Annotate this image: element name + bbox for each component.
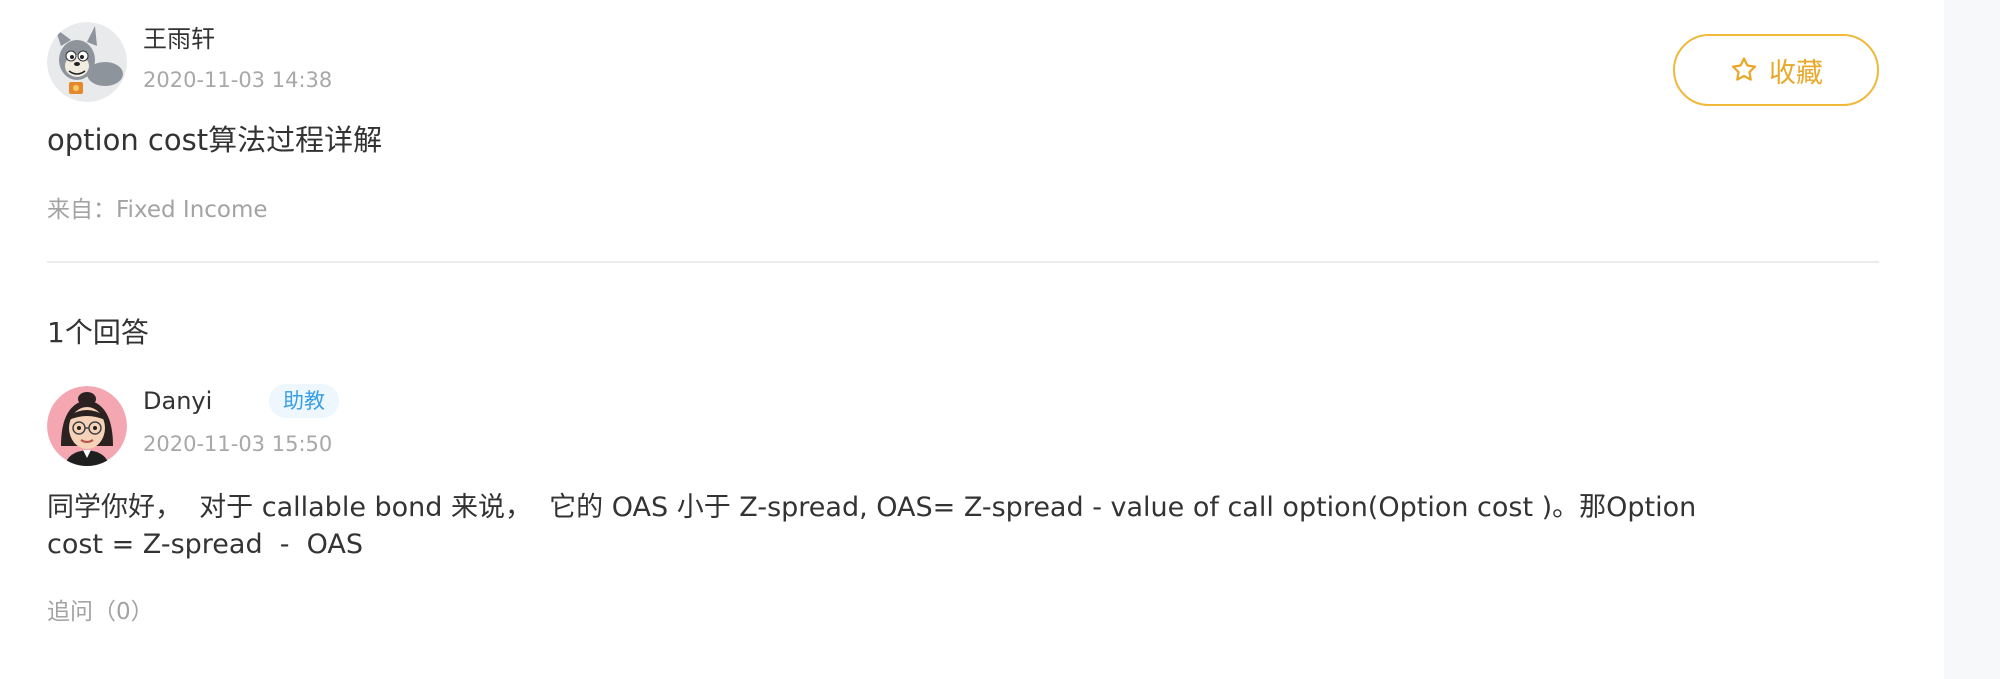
favorite-label: 收藏 xyxy=(1769,57,1823,89)
avatar[interactable] xyxy=(47,386,127,466)
favorite-button[interactable]: 收藏 xyxy=(1673,34,1879,106)
question-author-name: 王雨轩 xyxy=(143,25,215,53)
qa-content: 王雨轩 2020-11-03 14:38 收藏 option cost算法过程详… xyxy=(47,0,1879,679)
cartoon-cat-avatar-icon xyxy=(47,22,127,102)
follow-up-link[interactable]: 追问（0） xyxy=(47,596,154,628)
section-divider xyxy=(47,261,1879,263)
question-header: 王雨轩 2020-11-03 14:38 收藏 xyxy=(47,22,1879,106)
answer-body: 同学你好， 对于 callable bond 来说， 它的 OAS 小于 Z-s… xyxy=(47,489,1707,563)
role-badge: 助教 xyxy=(269,384,339,418)
question-title: option cost算法过程详解 xyxy=(47,123,383,157)
cartoon-woman-avatar-icon xyxy=(47,386,127,466)
answer-author-name: Danyi xyxy=(143,387,213,415)
right-side-panel xyxy=(1944,0,2000,679)
question-source[interactable]: 来自：Fixed Income xyxy=(47,194,268,226)
answer-body-line: cost = Z-spread - OAS xyxy=(47,529,364,560)
question-timestamp: 2020-11-03 14:38 xyxy=(143,68,333,92)
answer-timestamp: 2020-11-03 15:50 xyxy=(143,432,333,456)
answer-body-line: 同学你好， 对于 callable bond 来说， 它的 OAS 小于 Z-s… xyxy=(47,492,1697,523)
page: 王雨轩 2020-11-03 14:38 收藏 option cost算法过程详… xyxy=(0,0,2000,679)
answers-count-heading: 1个回答 xyxy=(47,316,149,349)
avatar[interactable] xyxy=(47,22,127,102)
star-outline-icon xyxy=(1731,57,1757,81)
